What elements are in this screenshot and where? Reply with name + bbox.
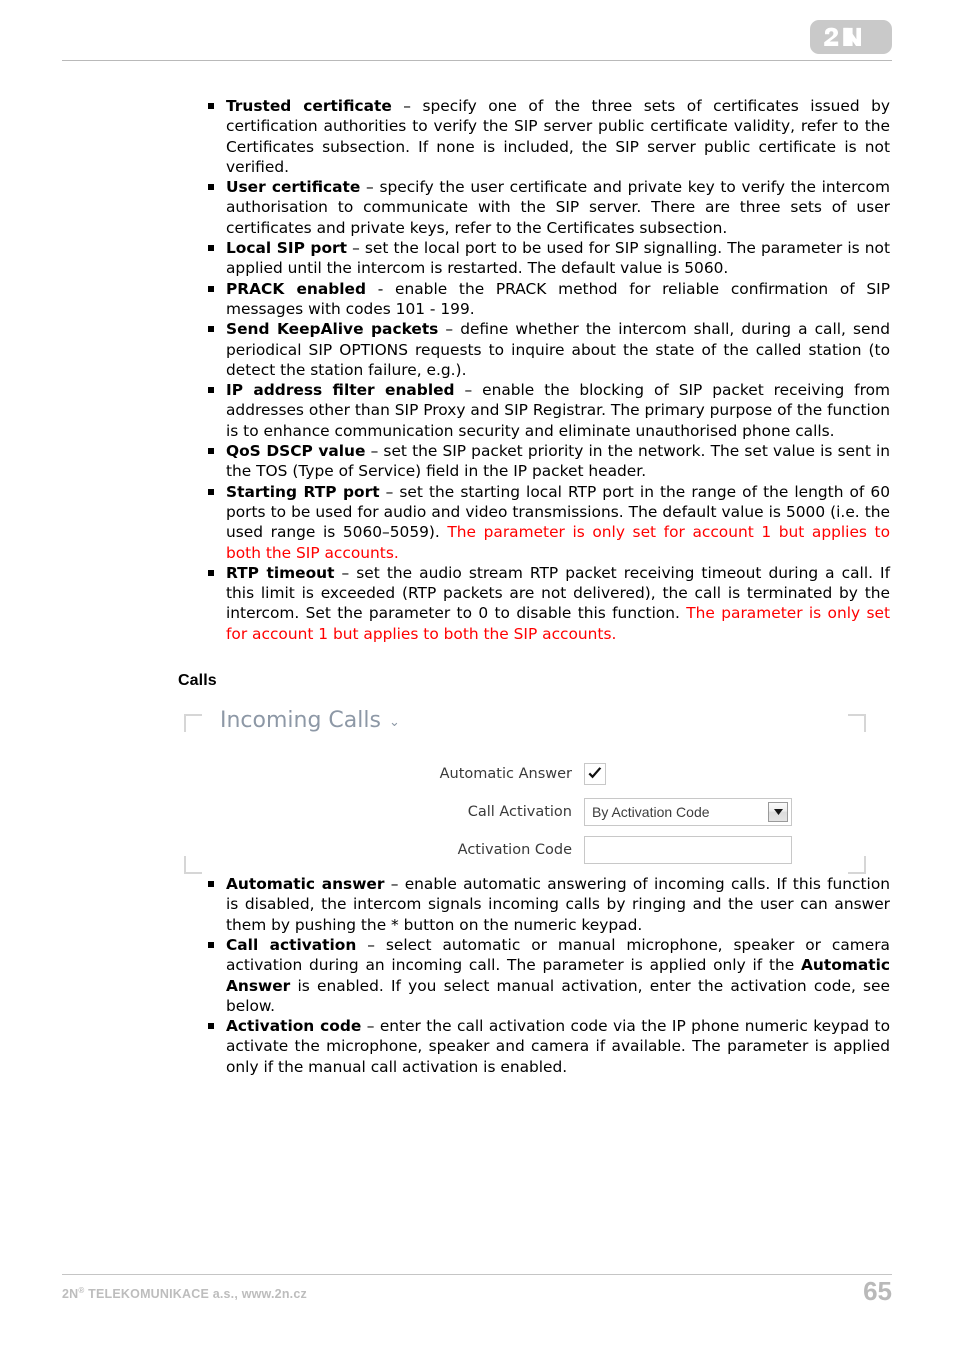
form-row-activation-code: Activation Code [184,832,866,868]
label-automatic-answer: Automatic Answer [439,766,572,783]
call-activation-select[interactable]: By Activation Code [584,798,792,827]
sip-parameter-term: QoS DSCP value [226,442,366,461]
incoming-calls-form: Automatic Answer Call Activation By Acti… [184,756,866,870]
form-row-automatic-answer: Automatic Answer [184,756,866,792]
footer-company-prefix: 2N [62,1287,79,1302]
list-item: QoS DSCP value – set the SIP packet prio… [180,441,890,482]
call-activation-selected-value: By Activation Code [592,804,710,821]
page-number: 65 [863,1276,892,1306]
footer-company-suffix: TELEKOMUNIKACE a.s., www.2n.cz [84,1287,307,1302]
list-item: RTP timeout – set the audio stream RTP p… [180,563,890,644]
list-item: Local SIP port – set the local port to b… [180,238,890,279]
chevron-down-icon[interactable]: ⌄ [389,715,400,730]
sip-parameter-term: PRACK enabled [226,279,366,298]
list-item: IP address filter enabled – enable the b… [180,380,890,441]
form-row-call-activation: Call Activation By Activation Code [184,794,866,830]
select-dropdown-button[interactable] [768,802,788,823]
sip-parameter-term: Send KeepAlive packets [226,320,439,339]
field-automatic-answer [584,763,606,786]
panel-corner-top-right [848,714,866,733]
page-header [0,0,954,70]
incoming-calls-panel: Incoming Calls ⌄ Automatic Answer Call A… [184,708,866,875]
sip-parameters-list: Trusted certificate – specify one of the… [180,96,890,644]
sip-parameter-term: User certificate [226,178,361,197]
sip-parameter-term: RTP timeout [226,563,335,582]
activation-code-input[interactable] [584,836,792,865]
section-heading-calls: Calls [178,672,217,690]
footer-divider [62,1274,892,1275]
triangle-down-icon [773,809,783,816]
page-content: Trusted certificate – specify one of the… [0,96,954,1077]
panel-title-label: Incoming Calls [220,708,381,734]
sip-parameter-term: Local SIP port [226,239,347,258]
footer-company: 2N® TELEKOMUNIKACE a.s., www.2n.cz [62,1286,307,1301]
list-item: Activation code – enter the call activat… [180,1016,890,1077]
list-item: Send KeepAlive packets – define whether … [180,319,890,380]
list-item: User certificate – specify the user cert… [180,177,890,238]
check-icon [588,767,602,779]
field-call-activation: By Activation Code [584,798,792,827]
list-item: Automatic answer – enable automatic answ… [180,874,890,935]
label-call-activation: Call Activation [467,804,572,821]
calls-parameter-term: Call activation [226,935,357,954]
sip-parameter-term: Trusted certificate [226,97,392,115]
calls-parameter-term: Automatic answer [226,875,385,894]
page-footer: 2N® TELEKOMUNIKACE a.s., www.2n.cz 65 [62,1274,892,1318]
label-activation-code: Activation Code [457,842,572,859]
calls-parameters-list: Automatic answer – enable automatic answ… [180,874,890,1077]
sip-parameter-term: Starting RTP port [226,482,380,501]
list-item: Trusted certificate – specify one of the… [180,96,890,177]
panel-title[interactable]: Incoming Calls ⌄ [220,708,400,733]
list-item: PRACK enabled - enable the PRACK method … [180,279,890,320]
header-divider [62,60,892,61]
2n-logo [810,20,892,54]
list-item: Call activation – select automatic or ma… [180,935,890,1016]
list-item: Starting RTP port – set the starting loc… [180,482,890,563]
sip-parameter-term: IP address filter enabled [226,381,455,400]
calls-parameter-description: is enabled. If you select manual activat… [226,976,890,1015]
calls-parameter-term: Activation code [226,1017,362,1036]
panel-corner-top-left [184,714,202,733]
field-activation-code [584,836,792,865]
automatic-answer-checkbox[interactable] [584,763,606,786]
